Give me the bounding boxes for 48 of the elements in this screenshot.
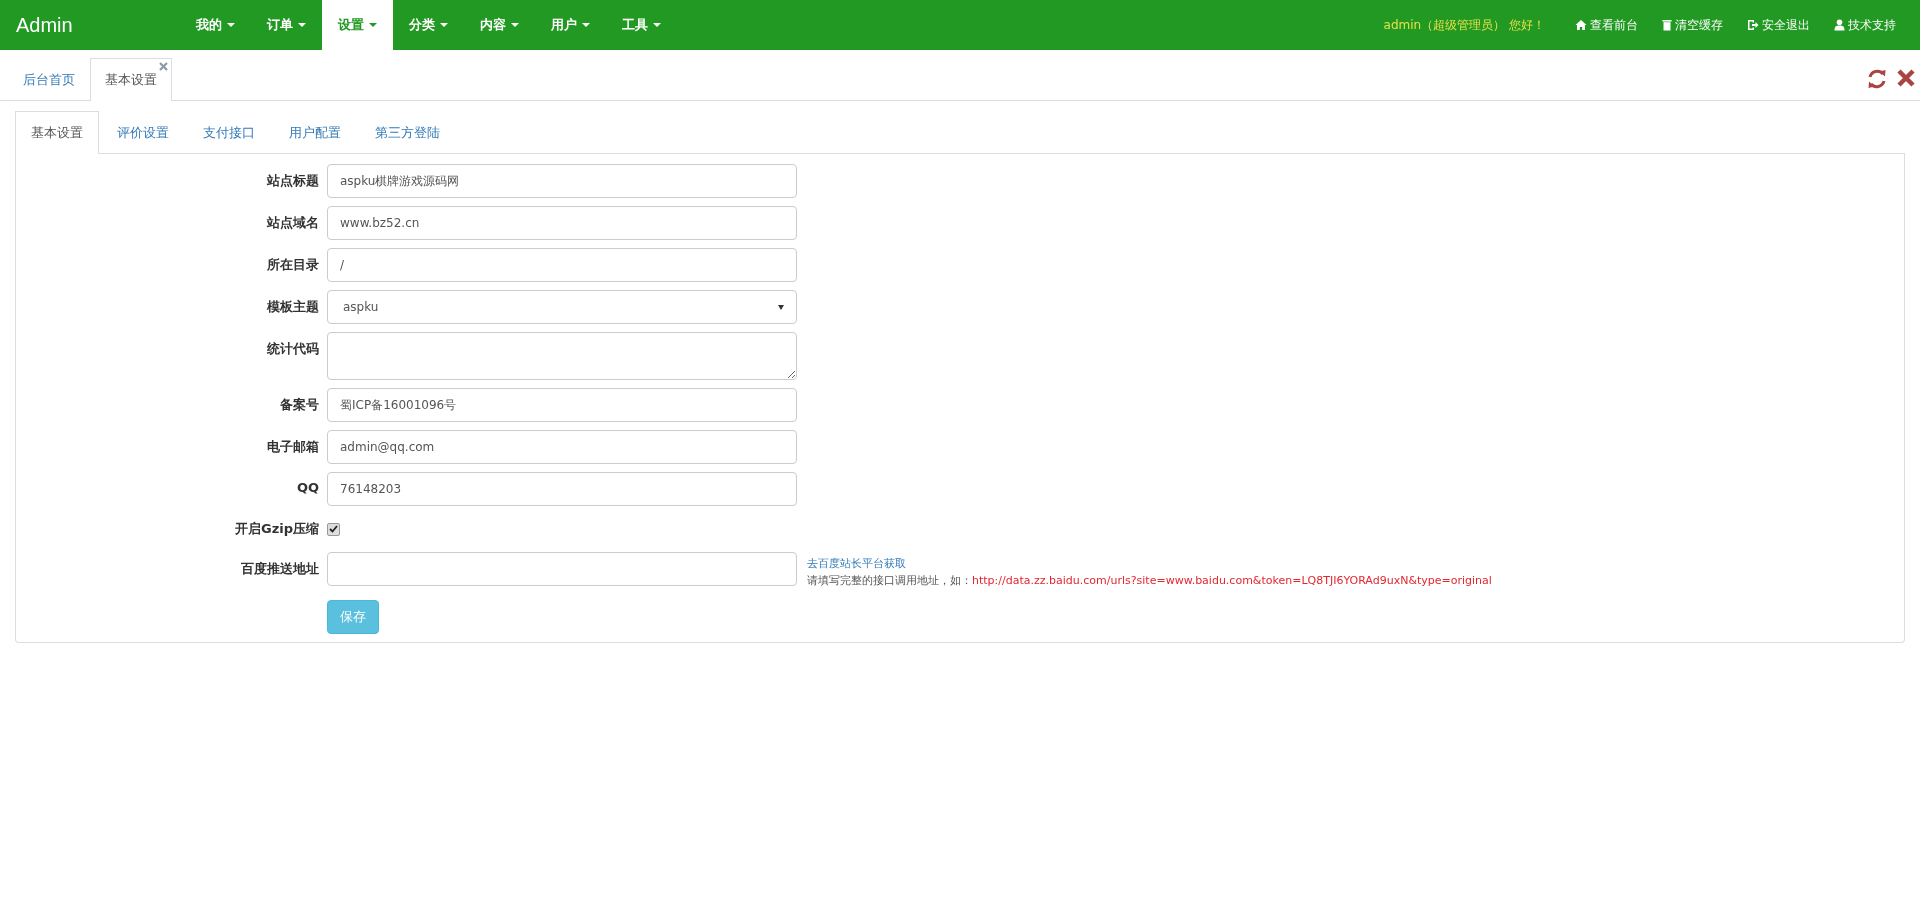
close-icon[interactable] [1896,68,1916,88]
close-icon[interactable] [159,62,168,71]
settings-tab[interactable]: 支付接口 [187,111,271,154]
page-tab[interactable]: 基本设置 [90,58,172,101]
nav-link[interactable]: 安全退出 [1747,16,1810,34]
input-field[interactable]: / [327,248,797,282]
field-label: 电子邮箱 [266,438,320,456]
field-label: 百度推送地址 [240,560,320,578]
nav-menu[interactable]: 用户 [535,0,606,50]
field-label: 所在目录 [266,256,320,274]
nav-menu[interactable]: 订单 [251,0,322,50]
help-text: 请填写完整的接口调用地址，如：http://data.zz.baidu.com/urls?site=www.baidu.com&token=LQ8TJI6YORAd9uxN&type=original [807,573,1492,588]
home-icon [1575,19,1587,31]
trash-icon [1662,19,1672,31]
nav-link[interactable]: 技术支持 [1834,16,1896,34]
field-label: QQ [295,479,320,495]
nav-menu[interactable]: 设置 [322,0,393,50]
refresh-icon[interactable] [1866,68,1888,90]
input-field[interactable] [327,552,797,586]
input-field[interactable]: 76148203 [327,472,797,506]
page-tab[interactable]: 后台首页 [8,58,90,101]
field-label: 站点标题 [266,172,320,190]
nav-menu[interactable]: 分类 [393,0,464,50]
settings-tab[interactable]: 第三方登陆 [359,111,456,154]
nav-link[interactable]: 查看前台 [1575,16,1638,34]
input-field[interactable]: 蜀ICP备16001096号 [327,388,797,422]
settings-tab[interactable]: 用户配置 [273,111,357,154]
brand-title[interactable]: Admin [0,13,180,37]
field-label: 备案号 [279,396,320,414]
input-field[interactable]: admin@qq.com [327,430,797,464]
user-icon [1834,19,1845,31]
input-field[interactable]: www.bz52.cn [327,206,797,240]
logout-icon [1747,19,1759,31]
nav-menu[interactable]: 工具 [606,0,677,50]
theme-dropdown[interactable]: aspku [327,290,797,324]
field-label: 统计代码 [266,340,320,358]
settings-tab[interactable]: 基本设置 [15,111,99,154]
greeting-text: admin（超级管理员） 您好！ [1383,16,1545,34]
field-label: 模板主题 [265,298,320,316]
nav-link[interactable]: 清空缓存 [1662,16,1723,34]
nav-menu[interactable]: 我的 [180,0,251,50]
field-label: 开启Gzip压缩 [234,520,320,538]
settings-tab[interactable]: 评价设置 [101,111,185,154]
help-link[interactable]: 去百度站长平台获取 [807,556,1492,571]
field-label: 站点域名 [266,214,320,232]
input-field[interactable]: aspku棋牌游戏源码网 [327,164,797,198]
nav-menu[interactable]: 内容 [464,0,535,50]
checkbox[interactable] [327,522,340,536]
